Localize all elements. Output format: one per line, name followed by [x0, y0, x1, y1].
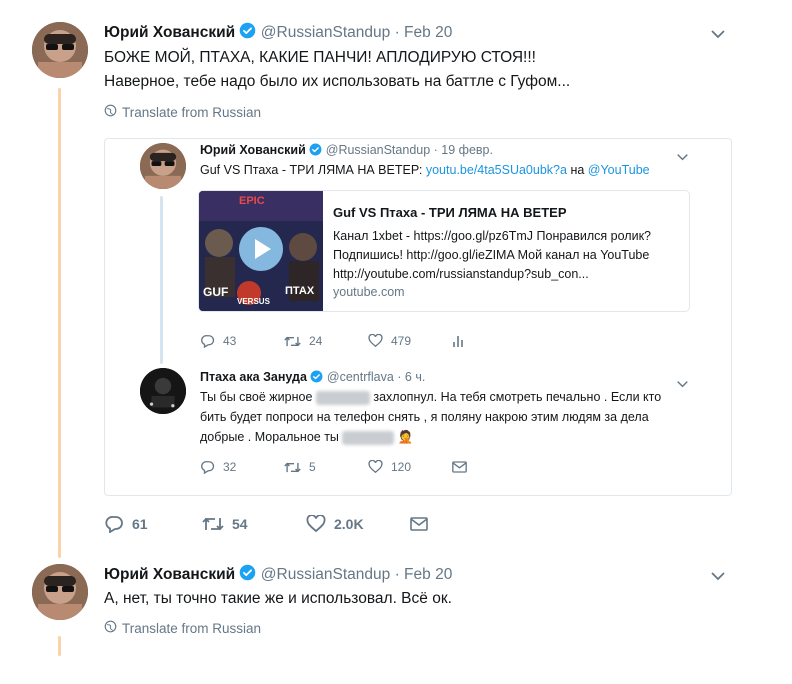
quote-header: Птаха ака Зануда @centrflava · 6 ч.: [200, 370, 425, 386]
globe-icon: [104, 620, 117, 636]
verified-badge-icon: [239, 564, 256, 586]
quote-text-part: добрые . Моральное ты: [200, 430, 339, 444]
avatar[interactable]: [32, 564, 88, 620]
quote-display-name[interactable]: Юрий Хованский: [200, 143, 306, 157]
retweet-icon: [284, 336, 301, 346]
envelope-icon: [410, 517, 428, 531]
user-handle[interactable]: @RussianStandup: [261, 566, 390, 583]
quote-user-handle[interactable]: @centrflava: [327, 370, 394, 384]
quote-display-name[interactable]: Птаха ака Зануда: [200, 370, 307, 384]
direct-message-button[interactable]: [452, 461, 467, 473]
thumb-right-label: ПТАХ: [285, 285, 315, 297]
like-button[interactable]: 479: [368, 334, 452, 348]
heart-icon: [368, 460, 383, 474]
thread-line-bottom: [58, 636, 61, 656]
quote-text-mid: на: [570, 163, 585, 177]
thumb-center-label: VERSUS: [237, 297, 270, 306]
direct-message-button[interactable]: [410, 517, 428, 531]
tweet-action-bar: 61 54 2.0K: [104, 515, 428, 533]
mention-link[interactable]: @YouTube: [588, 163, 650, 177]
chevron-down-icon[interactable]: [710, 26, 726, 44]
translate-link[interactable]: Translate from Russian: [104, 620, 261, 636]
card-description: Канал 1xbet - https://goo.gl/pz6TmJ Понр…: [333, 229, 651, 281]
chevron-down-icon[interactable]: [676, 148, 689, 166]
reply-count: 61: [132, 516, 148, 532]
thumb-top-label: EPIC: [239, 195, 265, 207]
reply-button[interactable]: 43: [200, 334, 284, 348]
retweet-button[interactable]: 54: [202, 516, 306, 532]
like-button[interactable]: 2.0K: [306, 515, 410, 533]
avatar[interactable]: [32, 22, 88, 78]
envelope-icon: [452, 461, 467, 473]
retweet-button[interactable]: 24: [284, 334, 368, 348]
thumb-left-label: GUF: [203, 285, 229, 299]
quote-text-prefix: Guf VS Птаха - ТРИ ЛЯМА НА ВЕТЕР:: [200, 163, 423, 177]
translate-label: Translate from Russian: [122, 104, 262, 120]
quote-user-handle[interactable]: @RussianStandup: [326, 143, 430, 157]
quote-thread-line: [160, 196, 163, 364]
reply-count: 43: [223, 334, 237, 348]
redacted-word: [342, 430, 395, 445]
redacted-word: [315, 390, 370, 405]
display-name[interactable]: Юрий Хованский: [104, 24, 235, 41]
chevron-down-icon[interactable]: [676, 375, 689, 393]
tweet-date[interactable]: · Feb 20: [395, 24, 453, 41]
quote-text-line: добрые . Моральное ты 🤦: [200, 427, 413, 447]
retweet-count: 24: [309, 334, 323, 348]
quote-action-bar: 43 24 479: [200, 334, 464, 348]
chevron-down-icon[interactable]: [710, 568, 726, 586]
tweet-header: Юрий Хованский @RussianStandup · Feb 20: [104, 564, 452, 586]
like-button[interactable]: 120: [368, 460, 452, 474]
thread-line-main: [58, 88, 61, 558]
video-link[interactable]: youtu.be/4ta5SUa0ubk?a: [426, 163, 567, 177]
analytics-button[interactable]: [452, 334, 464, 348]
retweet-button[interactable]: 5: [284, 460, 368, 474]
retweet-count: 5: [309, 460, 316, 474]
quote-text: Guf VS Птаха - ТРИ ЛЯМА НА ВЕТЕР: youtu.…: [200, 160, 650, 180]
reply-icon: [105, 516, 123, 533]
like-count: 479: [391, 334, 412, 348]
card-title: Guf VS Птаха - ТРИ ЛЯМА НА ВЕТЕР: [333, 205, 567, 220]
reply-button[interactable]: 32: [200, 460, 284, 474]
user-handle[interactable]: @RussianStandup: [261, 24, 390, 41]
tweet-text-line: Наверное, тебе надо было их использовать…: [104, 73, 571, 90]
reply-count: 32: [223, 460, 237, 474]
retweet-icon: [202, 517, 224, 531]
facepalm-emoji: 🤦: [397, 430, 414, 444]
video-thumbnail[interactable]: EPIC GUF VERSUS ПТАХ: [199, 191, 323, 311]
heart-icon: [368, 334, 383, 348]
reply-icon: [201, 461, 215, 474]
translate-label: Translate from Russian: [122, 620, 262, 636]
translate-link[interactable]: Translate from Russian: [104, 104, 261, 120]
display-name[interactable]: Юрий Хованский: [104, 566, 235, 583]
tweet-header: Юрий Хованский @RussianStandup · Feb 20: [104, 22, 452, 44]
quote-date[interactable]: · 6 ч.: [397, 370, 425, 384]
quote-date[interactable]: · 19 февр.: [434, 143, 493, 157]
quote-text-line: Ты бы своё жирное захлопнул. На тебя смо…: [200, 387, 661, 407]
verified-badge-icon: [309, 143, 322, 159]
quote-avatar[interactable]: [140, 143, 186, 189]
verified-badge-icon: [310, 370, 323, 386]
card-domain: youtube.com: [333, 285, 405, 299]
retweet-count: 54: [232, 516, 248, 532]
like-count: 120: [391, 460, 412, 474]
quote-text-line: бить будет попроси на телефон снять , я …: [200, 410, 649, 424]
tweet-date[interactable]: · Feb 20: [395, 566, 453, 583]
tweet-text-line: БОЖЕ МОЙ, ПТАХА, КАКИЕ ПАНЧИ! АПЛОДИРУЮ …: [104, 49, 536, 66]
reply-icon: [201, 335, 215, 348]
verified-badge-icon: [239, 22, 256, 44]
quote-text-part: Ты бы своё жирное: [200, 390, 313, 404]
quote-action-bar: 32 5 120: [200, 460, 467, 474]
analytics-icon: [453, 336, 463, 347]
quote-avatar[interactable]: [140, 368, 186, 414]
heart-icon: [306, 515, 326, 533]
retweet-icon: [284, 462, 301, 472]
like-count: 2.0K: [334, 516, 364, 532]
globe-icon: [104, 104, 117, 120]
tweet-text-line: А, нет, ты точно такие же и использовал.…: [104, 590, 452, 607]
reply-button[interactable]: 61: [104, 515, 202, 533]
quote-text-part: захлопнул. На тебя смотреть печально . Е…: [373, 390, 662, 404]
link-preview-card[interactable]: EPIC GUF VERSUS ПТАХ Guf VS Птаха - ТРИ …: [198, 190, 690, 312]
quote-header: Юрий Хованский @RussianStandup · 19 февр…: [200, 143, 493, 159]
